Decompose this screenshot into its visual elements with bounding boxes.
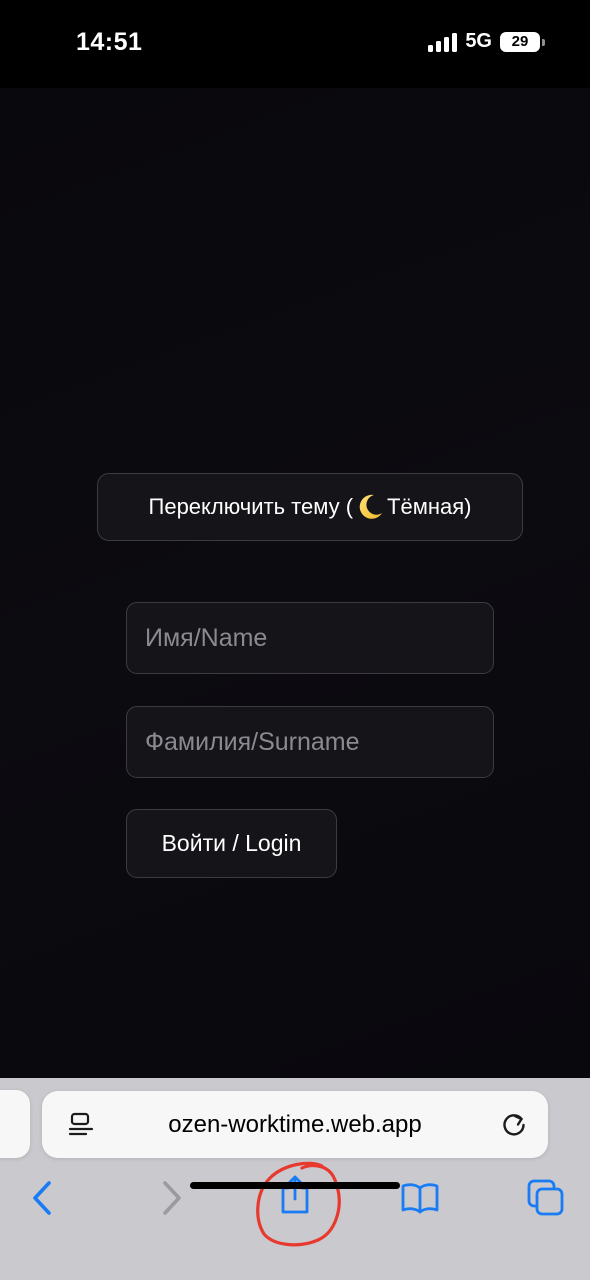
status-indicators: 5G 29 (428, 30, 545, 53)
cellular-signal-icon (428, 32, 458, 52)
battery-icon: 29 (500, 31, 545, 52)
home-indicator (190, 1182, 400, 1189)
url-text[interactable]: ozen-worktime.web.app (112, 1091, 478, 1158)
bookmarks-icon[interactable] (400, 1178, 440, 1218)
back-icon[interactable] (22, 1178, 62, 1218)
surname-input[interactable] (126, 706, 494, 778)
reload-icon[interactable] (500, 1110, 528, 1138)
battery-level: 29 (511, 33, 529, 50)
toggle-theme-button[interactable]: Переключить тему ( Тёмная) (97, 473, 523, 541)
crescent-moon-icon (359, 494, 383, 519)
address-bar[interactable]: ozen-worktime.web.app (42, 1091, 548, 1158)
theme-button-label-prefix: Переключить тему ( (148, 494, 354, 519)
reader-icon[interactable] (68, 1112, 94, 1138)
forward-icon[interactable] (152, 1178, 192, 1218)
theme-button-label-suffix: Тёмная) (387, 494, 472, 519)
name-input[interactable] (126, 602, 494, 674)
network-type: 5G (465, 30, 492, 52)
status-time: 14:51 (76, 28, 143, 56)
login-button[interactable]: Войти / Login (126, 809, 337, 878)
tabs-icon[interactable] (526, 1178, 566, 1218)
web-content: Переключить тему ( Тёмная) Войти / Login (0, 88, 590, 1080)
previous-tab-preview[interactable] (0, 1090, 30, 1158)
safari-toolbar: ozen-worktime.web.app (0, 1078, 590, 1280)
share-icon[interactable] (275, 1175, 315, 1215)
status-bar: 14:51 5G 29 (0, 0, 590, 88)
